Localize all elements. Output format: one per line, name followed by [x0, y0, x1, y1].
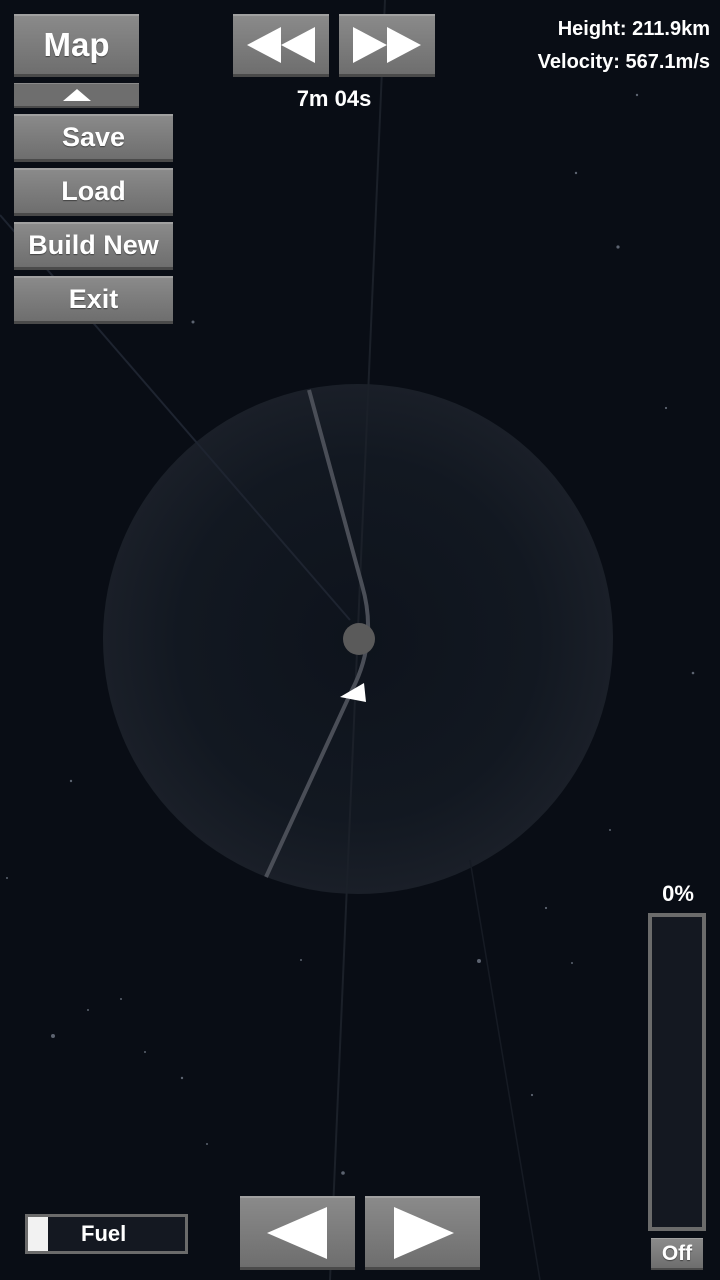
fuel-fill	[28, 1217, 49, 1251]
elapsed-time: 7m 04s	[296, 86, 372, 111]
map-button[interactable]: Map	[14, 14, 139, 77]
height-readout: Height: 211.9km	[557, 18, 710, 40]
throttle-toggle-button[interactable]: Off	[651, 1238, 703, 1270]
rotate-right-button[interactable]	[365, 1196, 480, 1270]
load-button[interactable]: Load	[14, 168, 173, 216]
throttle-slider[interactable]	[648, 913, 706, 1231]
fuel-gauge: Fuel	[25, 1214, 188, 1254]
slow-down-time-button[interactable]	[233, 14, 329, 77]
collapse-menu-button[interactable]	[14, 83, 139, 108]
exit-button[interactable]: Exit	[14, 276, 173, 324]
rewind-icon	[247, 27, 315, 63]
rotate-left-button[interactable]	[240, 1196, 355, 1270]
save-button[interactable]: Save	[14, 114, 173, 162]
rotate-left-arrow-icon	[266, 1206, 327, 1259]
trajectory-line-faint	[469, 859, 541, 1280]
fuel-label: Fuel	[81, 1221, 127, 1246]
speed-up-time-button[interactable]	[339, 14, 435, 77]
throttle-percent: 0%	[662, 881, 694, 906]
chevron-up-icon	[62, 89, 91, 101]
build-new-button[interactable]: Build New	[14, 222, 173, 270]
rotate-right-arrow-icon	[393, 1206, 454, 1259]
fast-forward-icon	[353, 27, 421, 63]
planet	[343, 623, 375, 655]
velocity-readout: Velocity: 567.1m/s	[537, 51, 710, 73]
